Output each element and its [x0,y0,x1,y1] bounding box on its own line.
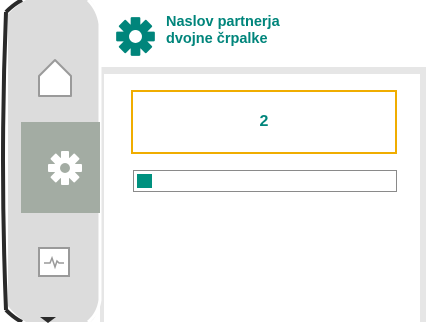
page-title-line2: dvojne črpalke [166,31,268,47]
header-gear-icon [114,15,157,58]
value-range-fill [137,174,152,188]
value-text: 2 [259,113,269,130]
diagnostics-icon [38,247,70,277]
page-title: Naslov partnerja dvojne črpalke [166,14,406,48]
scroll-down-indicator[interactable] [38,312,58,323]
sidebar-item-settings[interactable] [45,148,85,188]
chevron-down-icon [40,317,56,323]
gear-icon [116,17,155,56]
partner-address-value[interactable]: 2 [131,90,397,154]
value-range-bar [133,170,397,192]
home-icon [38,59,72,97]
sidebar-item-diagnostics[interactable] [38,247,70,277]
sidebar-item-home[interactable] [33,52,77,100]
page-title-line1: Naslov partnerja [166,14,280,30]
gear-icon [48,151,82,185]
device-screen: Naslov partnerja dvojne črpalke 2 [0,0,426,323]
